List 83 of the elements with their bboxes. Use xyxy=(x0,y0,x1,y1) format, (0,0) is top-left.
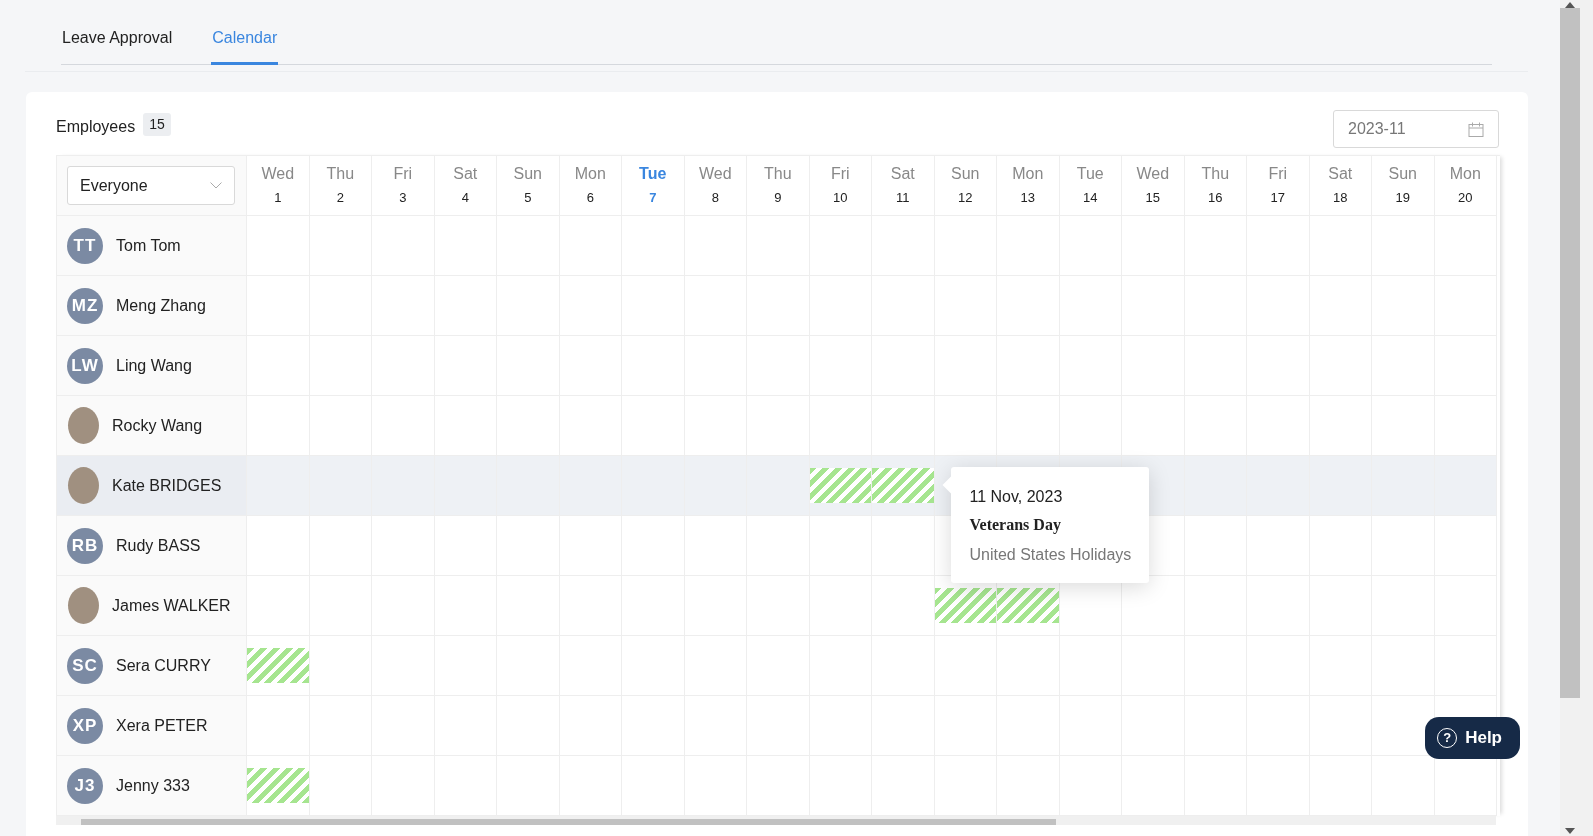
leave-bar[interactable] xyxy=(872,468,934,503)
date-label: 3 xyxy=(398,189,408,207)
leave-bar[interactable] xyxy=(809,468,871,503)
weekday-label: Sat xyxy=(1327,164,1354,184)
date-label: 13 xyxy=(1019,189,1036,207)
leave-bar[interactable] xyxy=(997,588,1059,623)
weekday-label: Wed xyxy=(260,164,296,184)
date-label: 18 xyxy=(1332,189,1349,207)
holiday-name: Veterans Day xyxy=(969,515,1062,536)
date-label: 16 xyxy=(1207,189,1224,207)
date-label: 4 xyxy=(460,189,470,207)
date-label: 10 xyxy=(832,189,849,207)
date-label: 7 xyxy=(648,189,658,207)
weekday-label: Wed xyxy=(1135,164,1171,184)
weekday-label: Sat xyxy=(452,164,479,184)
date-label: 6 xyxy=(585,189,595,207)
leave-bar[interactable] xyxy=(247,768,309,803)
weekday-label: Fri xyxy=(829,164,851,184)
employee-name: Xera PETER xyxy=(116,715,208,736)
date-label: 19 xyxy=(1394,189,1411,207)
date-label: 1 xyxy=(273,189,283,207)
weekday-label: Sun xyxy=(1387,164,1418,184)
photo-placeholder xyxy=(68,467,99,504)
weekday-label: Mon xyxy=(1448,164,1482,184)
employee-filter-dropdown[interactable]: Everyone xyxy=(67,166,235,205)
horizontal-scrollbar[interactable] xyxy=(56,816,1496,825)
chevron-down-icon xyxy=(210,182,222,189)
employee-name: Meng Zhang xyxy=(116,295,206,316)
month-picker[interactable]: 2023-11 xyxy=(1333,110,1499,148)
employee-name: James WALKER xyxy=(112,595,231,616)
calendar-icon xyxy=(1468,121,1484,137)
weekday-label: Tue xyxy=(638,164,668,184)
weekday-label: Wed xyxy=(697,164,733,184)
filter-value: Everyone xyxy=(80,175,148,196)
avatar: RB xyxy=(67,527,103,564)
weekday-label: Sun xyxy=(950,164,981,184)
weekday-label: Sat xyxy=(889,164,916,184)
tab[interactable]: Calendar xyxy=(211,26,279,65)
date-label: 2 xyxy=(335,189,345,207)
weekday-label: Thu xyxy=(325,164,356,184)
weekday-label: Thu xyxy=(1200,164,1231,184)
avatar: XP xyxy=(67,707,103,744)
date-label: 14 xyxy=(1082,189,1099,207)
photo-placeholder xyxy=(68,587,99,624)
weekday-label: Thu xyxy=(762,164,793,184)
avatar: TT xyxy=(67,227,103,264)
date-label: 5 xyxy=(523,189,533,207)
date-label: 9 xyxy=(773,189,783,207)
employees-title: Employees xyxy=(56,117,136,137)
weekday-label: Sun xyxy=(512,164,543,184)
weekday-label: Fri xyxy=(392,164,414,184)
page-scrollbar[interactable] xyxy=(1560,0,1593,836)
employee-name: Sera CURRY xyxy=(116,655,211,676)
date-label: 20 xyxy=(1457,189,1474,207)
employee-name: Tom Tom xyxy=(116,235,181,256)
leave-bar[interactable] xyxy=(247,648,309,683)
weekday-label: Tue xyxy=(1075,164,1105,184)
employee-name: Ling Wang xyxy=(116,355,192,376)
tab[interactable]: Leave Approval xyxy=(61,26,174,65)
employee-name: Rocky Wang xyxy=(112,415,203,436)
avatar: LW xyxy=(67,347,103,384)
employee-name: Jenny 333 xyxy=(116,775,190,796)
weekday-label: Fri xyxy=(1267,164,1289,184)
avatar: SC xyxy=(67,647,103,684)
avatar: J3 xyxy=(67,767,103,804)
photo-placeholder xyxy=(68,407,99,444)
date-label: 15 xyxy=(1144,189,1161,207)
tooltip-date: 11 Nov, 2023 xyxy=(969,487,1064,507)
weekday-label: Mon xyxy=(573,164,607,184)
date-label: 17 xyxy=(1269,189,1286,207)
calendar-name: United States Holidays xyxy=(969,545,1132,565)
avatar: MZ xyxy=(67,287,103,324)
date-label: 8 xyxy=(710,189,720,207)
weekday-label: Mon xyxy=(1011,164,1045,184)
employee-name: Rudy BASS xyxy=(116,535,201,556)
employee-name: Kate BRIDGES xyxy=(112,475,222,496)
help-button[interactable]: ? Help xyxy=(1425,717,1520,759)
date-label: 11 xyxy=(895,189,911,207)
employee-count: 15 xyxy=(143,113,171,136)
scroll-down-icon[interactable] xyxy=(1565,828,1575,834)
date-label: 12 xyxy=(957,189,974,207)
leave-bar[interactable] xyxy=(934,588,996,623)
month-value: 2023-11 xyxy=(1348,119,1406,139)
